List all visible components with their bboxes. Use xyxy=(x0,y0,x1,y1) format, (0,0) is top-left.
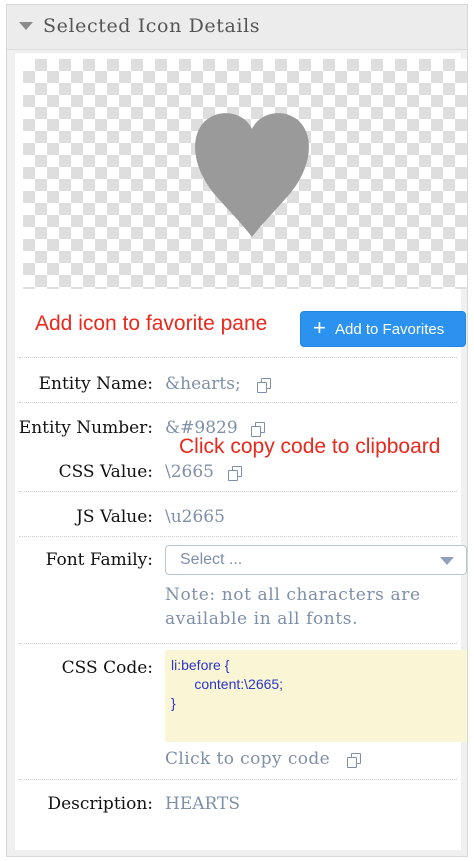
copy-icon[interactable] xyxy=(228,466,243,481)
css-value-value[interactable]: \2665 xyxy=(165,462,214,482)
icon-details-panel: Selected Icon Details Add icon to favori… xyxy=(6,4,468,857)
divider xyxy=(19,779,457,780)
copy-code-label: Click to copy code xyxy=(165,749,331,769)
js-value-label: JS Value: xyxy=(76,507,153,527)
copy-icon[interactable] xyxy=(257,378,272,393)
css-code-block[interactable]: li:before { content:\2665; } xyxy=(165,650,467,742)
entity-name-label: Entity Name: xyxy=(38,374,153,394)
font-note: Note: not all characters are available i… xyxy=(165,585,421,629)
heart-icon xyxy=(195,113,309,237)
description-value: HEARTS xyxy=(165,794,240,814)
panel-body: Add icon to favorite pane + Add to Favor… xyxy=(15,53,467,850)
copy-code-link[interactable]: Click to copy code xyxy=(165,749,330,769)
plus-icon: + xyxy=(313,315,326,340)
font-family-select[interactable]: Select ... xyxy=(165,545,467,575)
add-to-favorites-button[interactable]: + Add to Favorites xyxy=(300,311,466,347)
font-family-label: Font Family: xyxy=(45,550,153,570)
add-to-favorites-label: Add to Favorites xyxy=(335,321,445,338)
chevron-down-icon xyxy=(440,557,454,565)
css-value-label: CSS Value: xyxy=(58,462,153,482)
entity-number-label: Entity Number: xyxy=(18,418,153,438)
favorite-annotation: Add icon to favorite pane xyxy=(35,312,268,335)
collapse-caret-icon[interactable] xyxy=(19,22,33,30)
divider xyxy=(19,536,457,537)
font-family-select-value: Select ... xyxy=(180,551,243,568)
copy-icon[interactable] xyxy=(347,753,362,768)
panel-header[interactable]: Selected Icon Details xyxy=(7,5,467,50)
panel-title: Selected Icon Details xyxy=(43,15,261,37)
divider xyxy=(19,491,457,492)
divider xyxy=(19,643,457,644)
description-label: Description: xyxy=(47,794,153,814)
icon-preview xyxy=(23,59,467,289)
divider xyxy=(19,357,457,358)
css-code-label: CSS Code: xyxy=(61,658,153,678)
js-value-value[interactable]: \u2665 xyxy=(165,507,225,527)
entity-name-value[interactable]: &hearts; xyxy=(165,374,241,394)
copy-annotation: Click copy code to clipboard xyxy=(179,435,441,458)
divider xyxy=(19,402,457,403)
